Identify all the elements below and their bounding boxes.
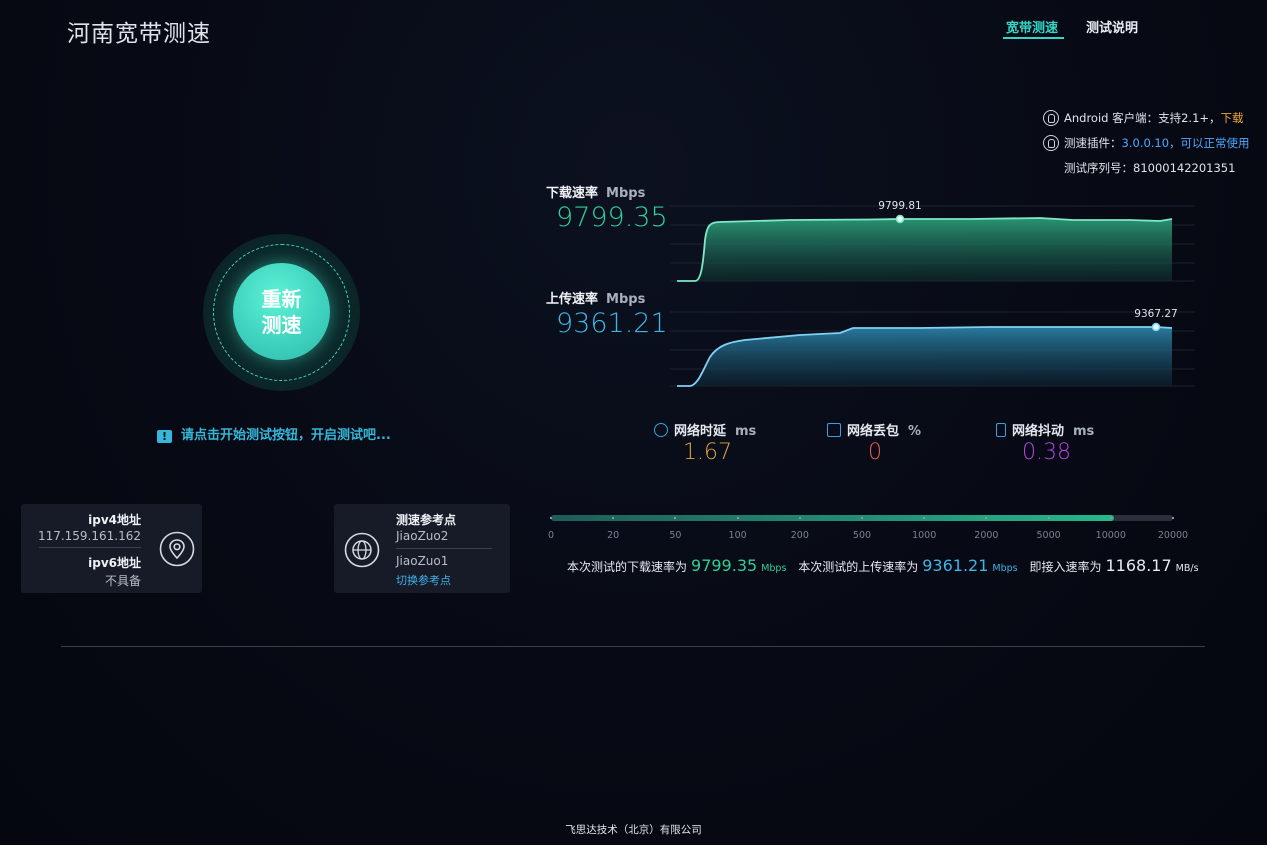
plugin-version: 3.0.0.10，可以正常使用 <box>1121 136 1250 150</box>
scale-tick-mark <box>1109 517 1112 519</box>
ip-address-card: ipv4地址 117.159.161.162 ipv6地址 不具备 <box>21 504 202 593</box>
upload-peak-marker <box>1151 322 1161 332</box>
scale-tick-label: 2000 <box>974 530 999 541</box>
reference-point-card: 测速参考点 JiaoZuo2 JiaoZuo1 切换参考点 <box>334 504 510 593</box>
packet-loss-value: 0 <box>868 440 882 465</box>
serial-info: 测试序列号：81000142201351 <box>1064 161 1236 175</box>
android-download-link[interactable]: 下载 <box>1221 111 1244 125</box>
ipv4-label: ipv4地址 <box>88 513 141 527</box>
download-rate-label: 下载速率 Mbps <box>546 186 646 201</box>
summary-download-value: 9799.35 <box>691 556 758 575</box>
phone-icon <box>996 423 1006 437</box>
scale-tick-label: 20 <box>607 530 620 541</box>
scale-tick-label: 1000 <box>912 530 937 541</box>
ipv4-value: 117.159.161.162 <box>37 529 141 543</box>
scale-tick-label: 500 <box>852 530 872 541</box>
scale-tick-mark <box>861 517 863 519</box>
restart-test-button[interactable]: 重新 测速 <box>233 263 330 360</box>
upload-rate-label: 上传速率 Mbps <box>546 292 646 307</box>
scale-tick-label: 100 <box>728 530 747 541</box>
scale-tick-label: 5000 <box>1036 530 1061 541</box>
folder-icon <box>827 423 841 437</box>
scale-tick-mark <box>798 517 801 519</box>
site-brand: 河南宽带测速 <box>67 21 211 47</box>
download-area <box>677 218 1172 281</box>
scale-tick-label: 10000 <box>1095 530 1126 541</box>
summary-upload-value: 9361.21 <box>922 556 989 575</box>
ipv6-value: 不具备 <box>104 574 141 588</box>
reference-point-secondary: JiaoZuo1 <box>396 554 449 568</box>
footer-company: 飞思达技术（北京）有限公司 <box>565 824 702 836</box>
section-divider <box>61 646 1205 647</box>
tab-broadband-speedtest[interactable]: 宽带测速 <box>1006 17 1058 36</box>
plugin-info: 测速插件：3.0.0.10，可以正常使用 <box>1043 135 1250 151</box>
scale-tick-mark <box>736 517 739 519</box>
alert-icon: ! <box>157 430 172 443</box>
latency-label: 网络时延 ms <box>654 420 756 439</box>
upload-peak-label: 9367.27 <box>1134 308 1177 320</box>
switch-reference-link[interactable]: 切换参考点 <box>396 572 451 588</box>
clock-icon <box>654 423 668 437</box>
speed-scale-fill <box>551 515 1114 521</box>
reference-point-primary: JiaoZuo2 <box>396 529 449 543</box>
scale-tick-label: 200 <box>790 530 809 541</box>
android-icon <box>1043 110 1059 126</box>
scale-tick-label: 50 <box>669 530 682 541</box>
android-client-info: Android 客户端：支持2.1+，下载 <box>1043 110 1244 126</box>
tab-test-instructions[interactable]: 测试说明 <box>1086 17 1138 36</box>
jitter-value: 0.38 <box>1022 440 1071 465</box>
latency-value: 1.67 <box>683 440 732 465</box>
card-divider <box>39 547 141 548</box>
scale-tick-mark <box>612 517 615 519</box>
upload-rate-value: 9361.21 <box>556 308 668 339</box>
location-pin-icon <box>159 531 195 567</box>
test-summary: 本次测试的下载速率为 9799.35 Mbps 本次测试的上传速率为 9361.21 M… <box>567 556 1199 575</box>
scale-tick-mark <box>985 517 988 519</box>
upload-area <box>677 327 1172 386</box>
download-peak-label: 9799.81 <box>878 200 921 212</box>
jitter-label: 网络抖动 ms <box>996 420 1094 439</box>
active-tab-indicator <box>1003 37 1064 39</box>
scale-tick-mark <box>550 517 552 519</box>
packet-loss-label: 网络丢包% <box>827 420 921 439</box>
start-hint: ! 请点击开始测试按钮，开启测试吧... <box>157 424 391 443</box>
scale-tick-mark <box>1047 517 1050 519</box>
speed-charts: 9799.81 9367.27 <box>670 200 1195 387</box>
serial-value: 81000142201351 <box>1133 161 1236 175</box>
download-peak-marker <box>895 214 905 224</box>
plugin-icon <box>1043 135 1059 151</box>
card-divider <box>396 548 492 549</box>
scale-tick-mark <box>923 517 926 519</box>
scale-tick-mark <box>674 517 677 519</box>
scale-tick-label: 0 <box>547 530 555 541</box>
scale-tick-label: 20000 <box>1157 530 1189 541</box>
scale-tick-mark <box>1172 517 1174 519</box>
download-rate-value: 9799.35 <box>556 202 668 233</box>
ipv6-label: ipv6地址 <box>88 556 141 570</box>
reference-point-label: 测速参考点 <box>396 513 457 527</box>
globe-icon <box>344 532 380 568</box>
summary-access-value: 1168.17 <box>1105 556 1172 575</box>
